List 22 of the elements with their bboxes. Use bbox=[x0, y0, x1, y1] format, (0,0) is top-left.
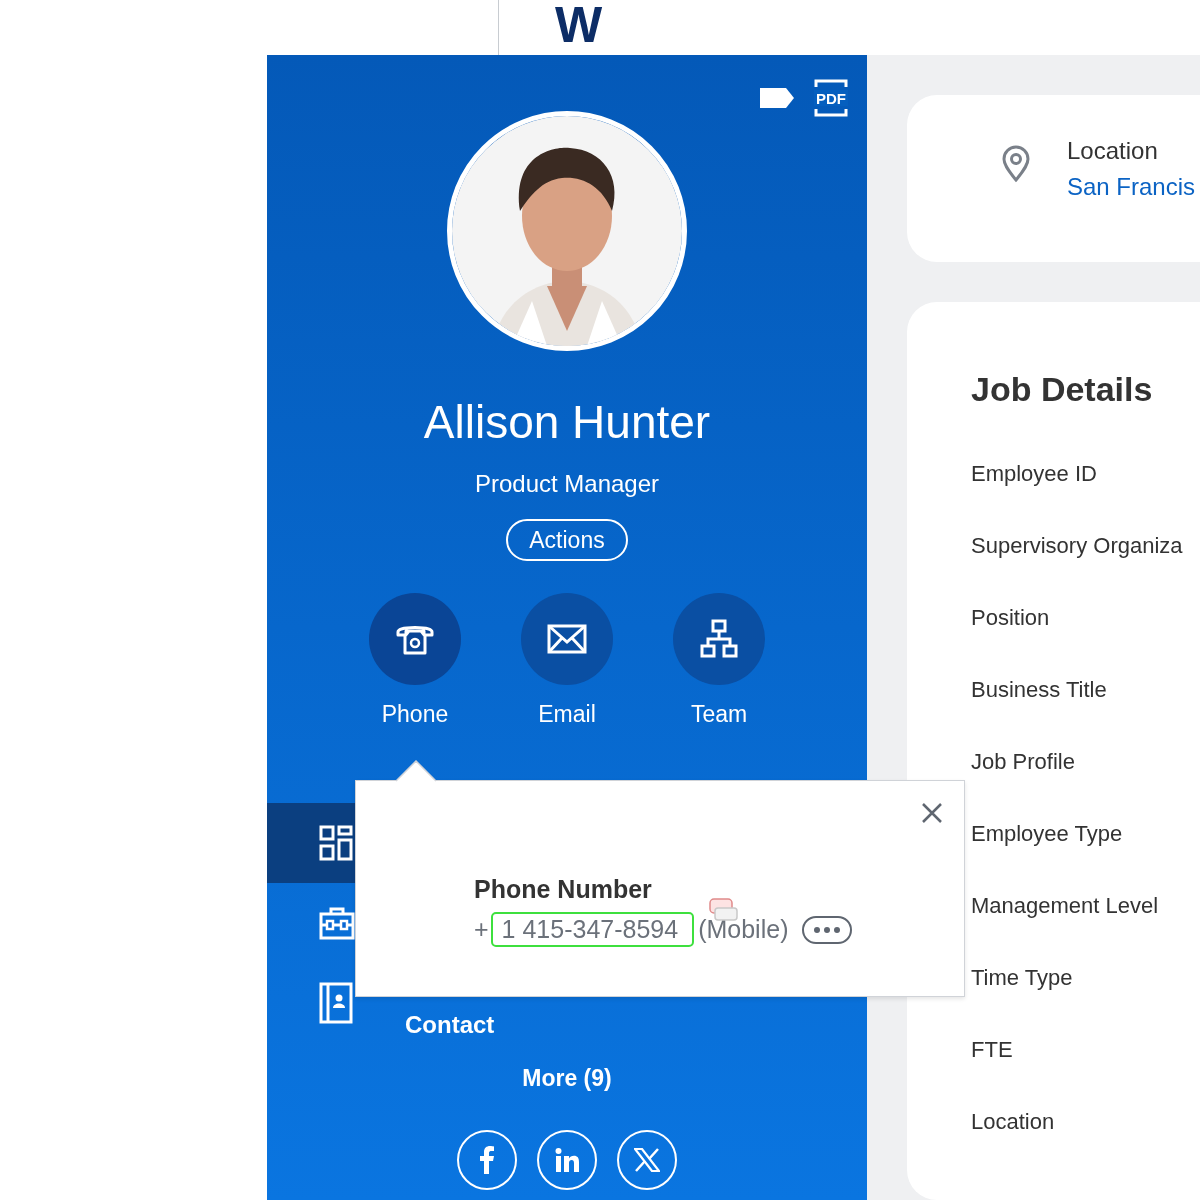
field-label: Location bbox=[971, 1109, 1056, 1136]
field-label: FTE bbox=[971, 1037, 1014, 1064]
email-label: Email bbox=[538, 701, 596, 728]
field-label: Business Title bbox=[971, 677, 1108, 704]
field-label: Job Profile bbox=[971, 749, 1076, 776]
location-label: Location bbox=[1067, 137, 1159, 165]
popup-heading: Phone Number bbox=[474, 875, 652, 904]
section-title: Job Details bbox=[971, 370, 1154, 409]
field-label: Employee ID bbox=[971, 461, 1098, 488]
phone-prefix: + bbox=[474, 915, 489, 944]
team-label: Team bbox=[690, 701, 748, 728]
field-label: Time Type bbox=[971, 965, 1074, 992]
field-label: Position bbox=[971, 605, 1051, 632]
field-label: Supervisory Organiza bbox=[971, 533, 1184, 560]
pdf-label: PDF bbox=[816, 90, 846, 107]
field-label: Management Level bbox=[971, 893, 1160, 920]
field-label: Employee Type bbox=[971, 821, 1124, 848]
phone-type: (Mobile) bbox=[698, 915, 789, 944]
phone-label: Phone bbox=[381, 701, 449, 728]
employee-title: Product Manager bbox=[474, 469, 660, 499]
employee-name: Allison Hunter bbox=[423, 395, 711, 449]
nav-label: Contact bbox=[405, 1011, 495, 1039]
